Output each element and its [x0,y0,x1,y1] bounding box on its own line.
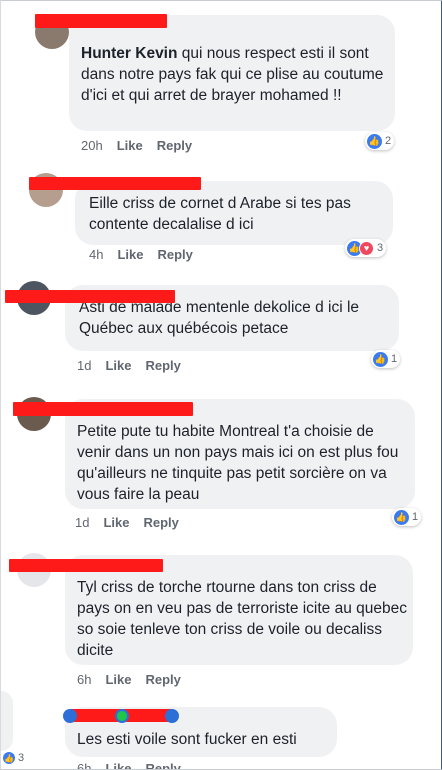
redaction-bar [13,402,193,416]
redaction-bar [9,559,163,572]
timestamp: 6h [77,761,92,770]
love-icon: ♥ [359,240,374,256]
redaction-bar [35,14,167,28]
redaction-bar [5,290,175,303]
timestamp: 4h [89,247,104,262]
comment-text: Tyl criss de torche rtourne dans ton cri… [77,579,408,659]
reply-button[interactable]: Reply [145,672,180,687]
reaction-count: 1 [412,511,419,523]
like-icon: 👍 [3,752,15,764]
reaction-summary[interactable]: 👍 2 [365,132,395,150]
like-button[interactable]: Like [103,515,129,530]
like-icon: 👍 [367,133,382,149]
selection-handle-left[interactable] [63,709,77,723]
side-reaction-summary[interactable]: 👍 3 [1,749,27,767]
like-icon: 👍 [394,509,409,525]
reaction-summary[interactable]: 👍 1 [371,350,401,368]
redaction-bar [29,177,201,190]
timestamp: 1d [75,515,90,530]
comment-text: Asti de malade mentenle dekolice d ici l… [79,299,360,337]
comment-bubble: Eille criss de cornet d Arabe si tes pas… [75,181,393,245]
reaction-count: 2 [385,135,392,147]
like-button[interactable]: Like [105,672,131,687]
partial-comment-bubble [1,691,13,751]
reaction-count: 3 [377,242,384,254]
reply-button[interactable]: Reply [157,138,192,153]
comment-text: Eille criss de cornet d Arabe si tes pas… [89,195,351,233]
reaction-summary[interactable]: 👍 1 [392,508,422,526]
timestamp: 20h [81,138,103,153]
like-icon: 👍 [373,351,388,367]
reaction-count: 1 [391,353,398,365]
comment-thread: Hunter Kevin qui nous respect esti il so… [0,0,442,770]
like-button[interactable]: Like [117,138,143,153]
reaction-summary[interactable]: 👍 ♥ 3 [345,239,387,257]
reaction-count: 3 [18,752,25,764]
tagged-name[interactable]: Hunter Kevin [81,45,177,62]
reply-button[interactable]: Reply [157,247,192,262]
like-button[interactable]: Like [105,358,131,373]
timestamp: 1d [77,358,92,373]
reply-button[interactable]: Reply [145,358,180,373]
like-button[interactable]: Like [117,247,143,262]
comment-text: Petite pute tu habite Montreal t'a chois… [77,423,399,503]
like-button[interactable]: Like [105,761,131,769]
reply-button[interactable]: Reply [145,761,180,769]
comment-text: Les esti voile sont fucker en esti [77,731,297,748]
selection-handle-center[interactable] [115,709,129,723]
reply-button[interactable]: Reply [143,515,178,530]
selection-handle-right[interactable] [165,709,179,723]
comment-bubble: Hunter Kevin qui nous respect esti il so… [69,15,395,131]
timestamp: 6h [77,672,92,687]
